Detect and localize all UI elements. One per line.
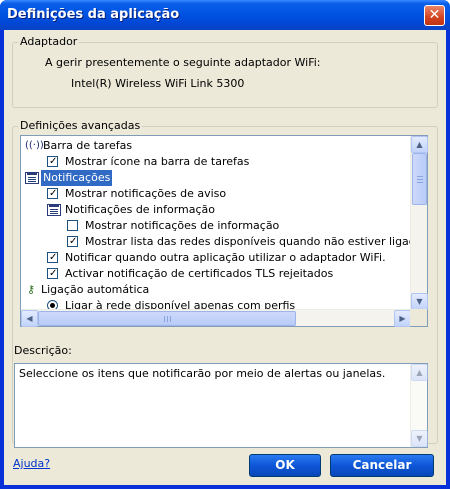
tree-item-label: Notificar quando outra aplicação utiliza…	[65, 251, 386, 264]
arrow-down-icon: ▼	[416, 434, 423, 443]
window-frame-bottom	[0, 485, 450, 489]
close-button[interactable]: ✕	[424, 5, 445, 26]
scroll-left-button[interactable]: ◀	[21, 310, 38, 327]
tree-item-label: Ligação automática	[41, 283, 150, 296]
description-scroll-up-button[interactable]: ▲	[411, 364, 428, 381]
horizontal-scrollbar[interactable]: ◀ ▶	[21, 309, 411, 327]
ok-button[interactable]: OK	[249, 454, 321, 477]
tree-item-label: Mostrar ícone na barra de tarefas	[65, 155, 250, 168]
dialog-client-area: Adaptador A gerir presentemente o seguin…	[4, 30, 446, 485]
grip-line	[164, 316, 165, 322]
tree-item-label: Activar notificação de certificados TLS …	[65, 267, 334, 280]
description-text: Seleccione os itens que notificarão por …	[19, 367, 386, 380]
adapter-group: Adaptador	[12, 35, 438, 108]
radio-dot	[50, 303, 55, 308]
advanced-group-label: Definições avançadas	[18, 119, 143, 132]
tree-item-label: Barra de tarefas	[43, 139, 133, 152]
checkbox[interactable]: ✓	[47, 156, 58, 167]
arrow-down-icon: ▼	[416, 297, 423, 306]
tree-item-label: Mostrar lista das redes disponíveis quan…	[85, 235, 426, 248]
checkbox[interactable]: ✓	[47, 268, 58, 279]
list-icon	[25, 172, 39, 184]
description-label: Descrição:	[14, 344, 72, 357]
checkbox[interactable]: ✓	[67, 236, 78, 247]
antenna-icon: ((·))	[25, 140, 44, 151]
horizontal-scroll-thumb[interactable]	[38, 311, 296, 326]
tree-item-label: Mostrar notificações de informação	[85, 219, 280, 232]
check-icon: ✓	[69, 236, 78, 247]
adapter-group-label: Adaptador	[18, 35, 80, 48]
grip-line	[417, 179, 423, 180]
arrow-up-icon: ▲	[416, 368, 423, 377]
grip-line	[417, 176, 423, 177]
description-scrollbar[interactable]: ▲ ▼	[410, 364, 428, 447]
check-icon: ✓	[49, 188, 58, 199]
scroll-right-button[interactable]: ▶	[394, 310, 411, 327]
check-icon: ✓	[49, 268, 58, 279]
checkbox[interactable]	[67, 220, 78, 231]
arrow-up-icon: ▲	[416, 140, 423, 149]
checkbox[interactable]: ✓	[47, 252, 58, 263]
grip-line	[167, 316, 168, 322]
description-scroll-down-button[interactable]: ▼	[411, 430, 428, 447]
dialog-window: Definições da aplicação ✕ Adaptador A ge…	[0, 0, 450, 489]
vertical-scroll-thumb[interactable]	[412, 153, 427, 205]
close-icon: ✕	[428, 7, 441, 23]
check-icon: ✓	[49, 156, 58, 167]
tree-item-label: Mostrar notificações de aviso	[65, 187, 227, 200]
arrow-left-icon: ◀	[26, 314, 33, 323]
description-box[interactable]: Seleccione os itens que notificarão por …	[14, 363, 428, 448]
settings-tree[interactable]: ((·)) Barra de tarefas ✓ Mostrar ícone n…	[20, 135, 428, 327]
scroll-up-button[interactable]: ▲	[411, 136, 428, 153]
grip-line	[417, 182, 423, 183]
title-bar[interactable]: Definições da aplicação ✕	[0, 0, 450, 30]
window-title: Definições da aplicação	[7, 7, 180, 22]
check-icon: ✓	[49, 252, 58, 263]
grip-line	[170, 316, 171, 322]
help-link[interactable]: Ajuda?	[13, 457, 50, 470]
tree-item-label: Notificações	[41, 170, 113, 186]
list-icon	[47, 204, 61, 216]
arrow-right-icon: ▶	[399, 314, 406, 323]
scroll-down-button[interactable]: ▼	[411, 293, 428, 310]
scrollbar-corner	[410, 309, 427, 326]
adapter-name: Intel(R) Wireless WiFi Link 5300	[71, 77, 245, 90]
checkbox[interactable]: ✓	[47, 188, 58, 199]
cancel-button[interactable]: Cancelar	[330, 454, 434, 477]
adapter-description: A gerir presentemente o seguinte adaptad…	[45, 56, 321, 69]
tree-item-label: Notificações de informação	[65, 203, 215, 216]
vertical-scrollbar[interactable]: ▲ ▼	[410, 136, 428, 310]
key-icon: ⚷	[27, 283, 36, 296]
